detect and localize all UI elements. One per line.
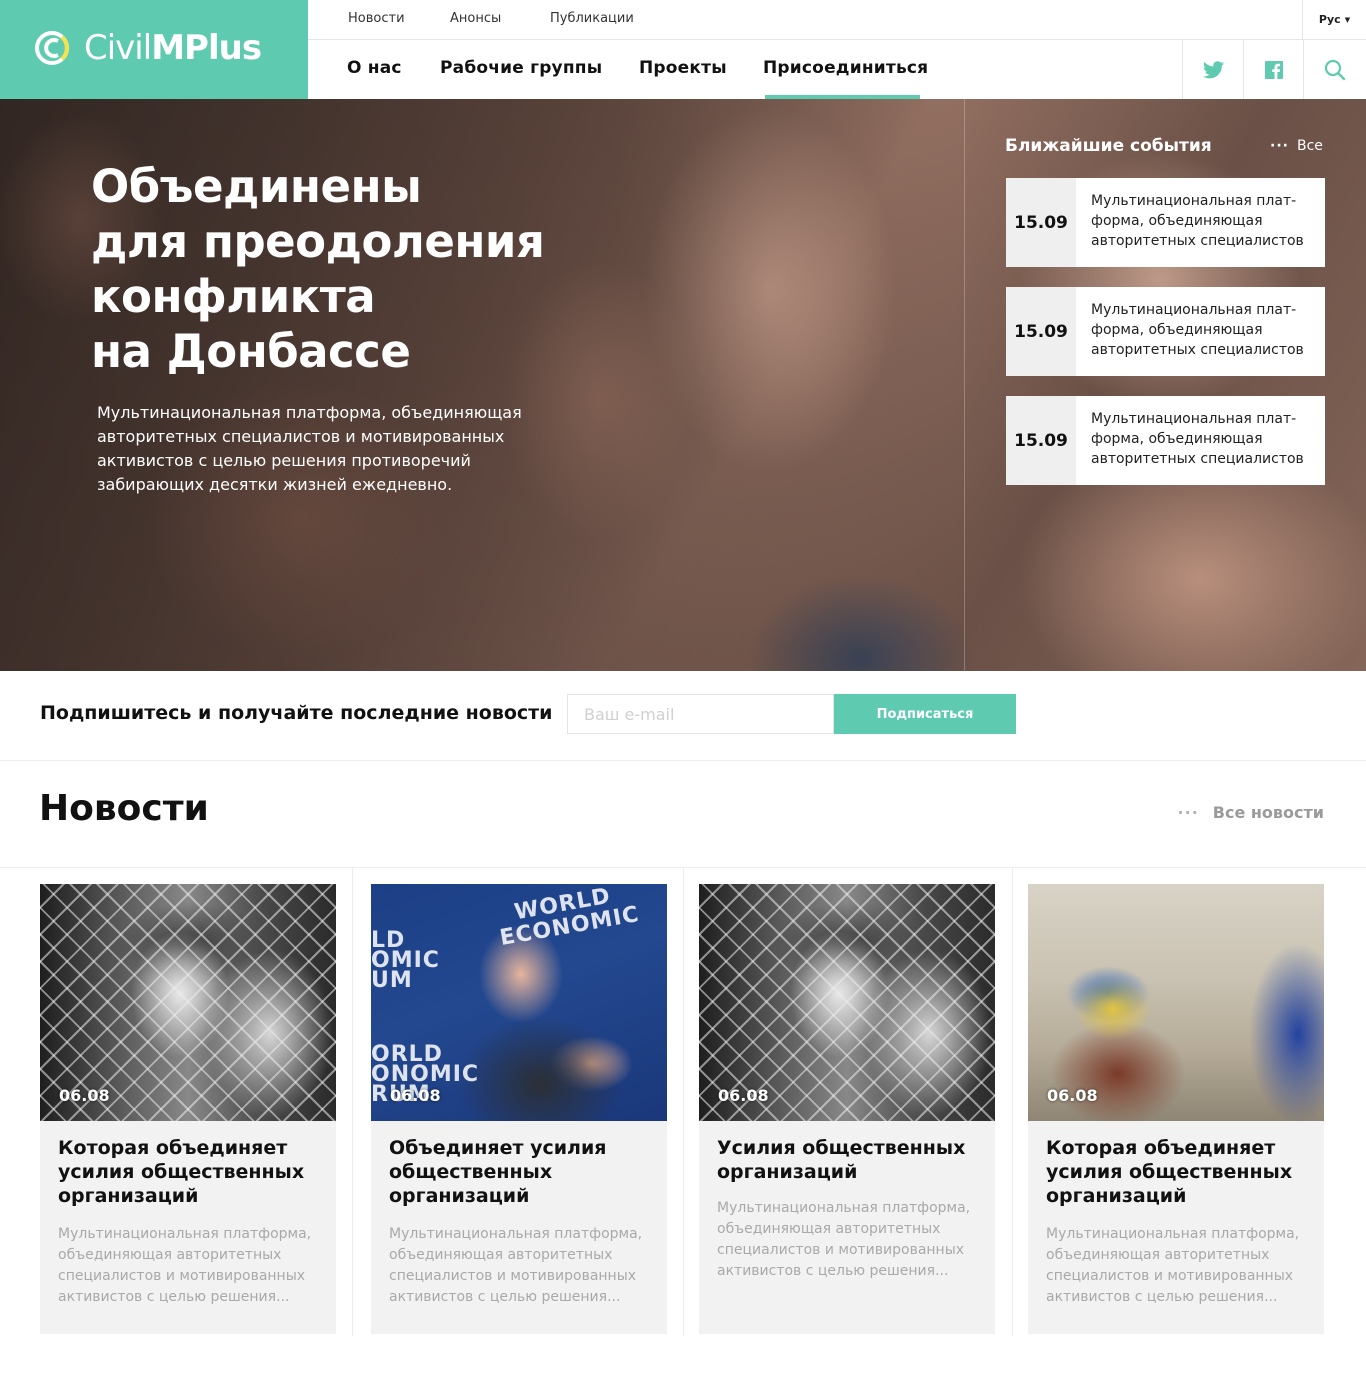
events-heading: Ближайшие события — [1005, 136, 1212, 156]
hero-title: Объединены для преодоления конфликта на … — [91, 160, 545, 378]
search-icon — [1324, 59, 1346, 80]
event-date: 15.09 — [1006, 287, 1076, 376]
news-headline[interactable]: Которая объединяет усилия общественных орг… — [58, 1136, 328, 1208]
event-card[interactable]: 15.09 Мультинациональная плат-форма, объ… — [1006, 396, 1325, 485]
news-date: 06.08 — [390, 1086, 441, 1105]
top-link-news[interactable]: Новости — [348, 11, 405, 26]
news-image: 06.08 — [699, 884, 995, 1121]
logo[interactable]: CivilMPlus — [0, 0, 308, 99]
nav-projects[interactable]: Проекты — [639, 58, 727, 78]
site-header: CivilMPlus Новости Анонсы Публикации Рус… — [0, 0, 1366, 99]
email-field[interactable] — [567, 694, 834, 734]
news-excerpt: Мультинациональная платформа, объединяюща… — [717, 1200, 971, 1279]
twitter-icon — [1202, 60, 1224, 78]
more-dots-icon: ··· — [1177, 803, 1199, 822]
language-selector[interactable]: Рус ▼ — [1302, 0, 1366, 40]
subscribe-bar: Подпишитесь и получайте последние новост… — [0, 671, 1366, 761]
news-excerpt: Мультинациональная платформа, объединяюща… — [1046, 1226, 1300, 1305]
news-headline[interactable]: Усилия общественных организаций — [717, 1136, 987, 1184]
hero-divider — [964, 99, 965, 671]
column-divider — [1012, 868, 1013, 1336]
news-card[interactable]: 06.08 Усилия общественных организаций Мул… — [699, 884, 995, 1334]
news-date: 06.08 — [59, 1086, 110, 1105]
event-description: Мультинациональная плат-форма, объединяю… — [1091, 411, 1304, 467]
event-date: 15.09 — [1006, 396, 1076, 485]
column-divider — [683, 868, 684, 1336]
search-button[interactable] — [1303, 40, 1366, 99]
top-link-announcements[interactable]: Анонсы — [450, 11, 501, 26]
news-card[interactable]: 06.08 Которая объединяет усилия обществен… — [40, 884, 336, 1334]
logo-text: CivilMPlus — [84, 28, 262, 68]
top-link-publications[interactable]: Публикации — [550, 11, 634, 26]
event-description: Мультинациональная плат-форма, объединяю… — [1091, 193, 1304, 249]
news-image: WORLD ECONOMIC LD OMIC UM ORLD ONOMIC RU… — [371, 884, 667, 1121]
nav-about[interactable]: О нас — [347, 58, 402, 78]
more-dots-icon: ··· — [1270, 138, 1289, 154]
news-header: Новости ··· Все новости — [0, 761, 1366, 868]
event-date: 15.09 — [1006, 178, 1076, 267]
news-excerpt: Мультинациональная платформа, объединяюща… — [58, 1226, 312, 1305]
facebook-button[interactable] — [1243, 40, 1304, 99]
subscribe-label: Подпишитесь и получайте последние новост… — [40, 702, 553, 724]
news-image: 06.08 — [40, 884, 336, 1121]
news-image: 06.08 — [1028, 884, 1324, 1121]
event-description: Мультинациональная плат-форма, объединяю… — [1091, 302, 1304, 358]
image-caption-text: UM — [371, 968, 413, 993]
hero-subtitle: Мультинациональная платформа, объединяющ… — [97, 403, 522, 494]
news-date: 06.08 — [1047, 1086, 1098, 1105]
subscribe-button[interactable]: Подписаться — [834, 694, 1016, 734]
event-card[interactable]: 15.09 Мультинациональная плат-форма, объ… — [1006, 178, 1325, 267]
news-excerpt: Мультинациональная платформа, объединяюща… — [389, 1226, 643, 1305]
events-all-link[interactable]: ··· Все — [1270, 138, 1323, 154]
news-card[interactable]: 06.08 Которая объединяет усилия обществен… — [1028, 884, 1324, 1334]
chevron-down-icon: ▼ — [1344, 15, 1351, 24]
nav-join[interactable]: Присоединиться — [763, 58, 928, 78]
news-headline[interactable]: Объединяет усилия общественных организаций — [389, 1136, 659, 1208]
news-title: Новости — [39, 788, 209, 829]
twitter-button[interactable] — [1182, 40, 1243, 99]
hero-banner: Объединены для преодоления конфликта на … — [0, 99, 1366, 671]
all-news-link[interactable]: ··· Все новости — [1178, 803, 1324, 822]
news-card[interactable]: WORLD ECONOMIC LD OMIC UM ORLD ONOMIC RU… — [371, 884, 667, 1334]
event-card[interactable]: 15.09 Мультинациональная плат-форма, объ… — [1006, 287, 1325, 376]
news-headline[interactable]: Которая объединяет усилия общественных орг… — [1046, 1136, 1316, 1208]
column-divider — [352, 868, 353, 1336]
facebook-icon — [1265, 60, 1283, 79]
logo-icon — [35, 31, 69, 65]
language-label: Рус — [1318, 13, 1341, 26]
top-navigation: Новости Анонсы Публикации — [308, 0, 1302, 40]
nav-working-groups[interactable]: Рабочие группы — [440, 58, 602, 78]
news-date: 06.08 — [718, 1086, 769, 1105]
